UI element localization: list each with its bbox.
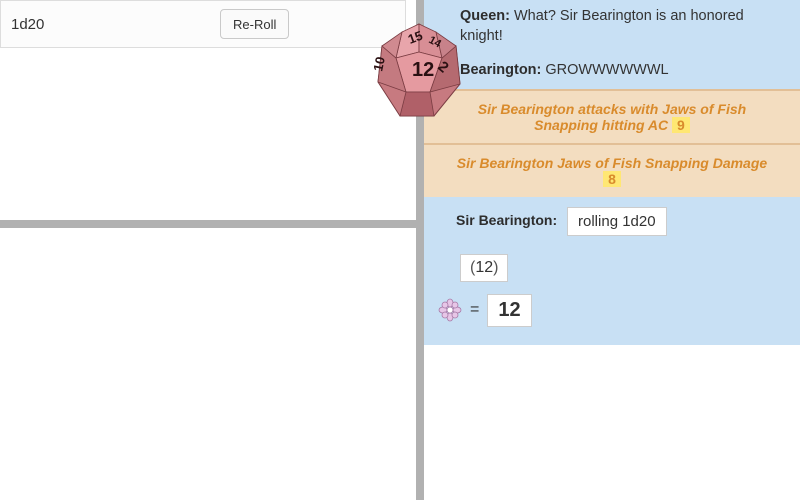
roll-total-value: 12	[487, 294, 531, 327]
roll-detail: (12)	[460, 254, 508, 282]
die-face-number: 12	[412, 59, 434, 81]
chat-speaker: Queen:	[460, 8, 510, 24]
roll-result-block: Sir Bearington: rolling 1d20 (12)	[424, 197, 800, 345]
emote-message: Sir Bearington attacks with Jaws of Fish…	[424, 89, 800, 143]
roll-speaker: Sir Bearington:	[456, 212, 557, 228]
horizontal-divider[interactable]	[0, 220, 416, 228]
flower-icon	[438, 298, 462, 322]
emote-value: 8	[603, 171, 621, 187]
emote-text: Sir Bearington Jaws of Fish Snapping Dam…	[457, 155, 767, 171]
roll-header: Sir Bearington: rolling 1d20	[438, 207, 786, 236]
d20-die-icon: 15 12 2 10 14	[374, 22, 464, 122]
roll-die-value: 12	[475, 259, 493, 276]
reroll-button[interactable]: Re-Roll	[220, 9, 289, 39]
chat-panel: Queen: What? Sir Bearington is an honore…	[424, 0, 800, 500]
chat-message: Queen: What? Sir Bearington is an honore…	[424, 0, 800, 54]
emote-message: Sir Bearington Jaws of Fish Snapping Dam…	[424, 143, 800, 197]
emote-value: 9	[672, 117, 690, 133]
roll-command: rolling 1d20	[567, 207, 667, 236]
roll-total-line: = 12	[438, 294, 786, 327]
roll-box: Re-Roll	[0, 0, 406, 48]
paren-close: )	[493, 259, 498, 276]
chat-text: GROWWWWWWL	[545, 62, 668, 78]
emote-text: Sir Bearington attacks with Jaws of Fish…	[478, 101, 746, 133]
left-panel: Re-Roll	[0, 0, 416, 500]
dice-formula-input[interactable]	[11, 10, 210, 38]
chat-speaker: Bearington:	[460, 62, 541, 78]
chat-message: Bearington: GROWWWWWWL	[424, 54, 800, 89]
equals-sign: =	[470, 301, 479, 319]
